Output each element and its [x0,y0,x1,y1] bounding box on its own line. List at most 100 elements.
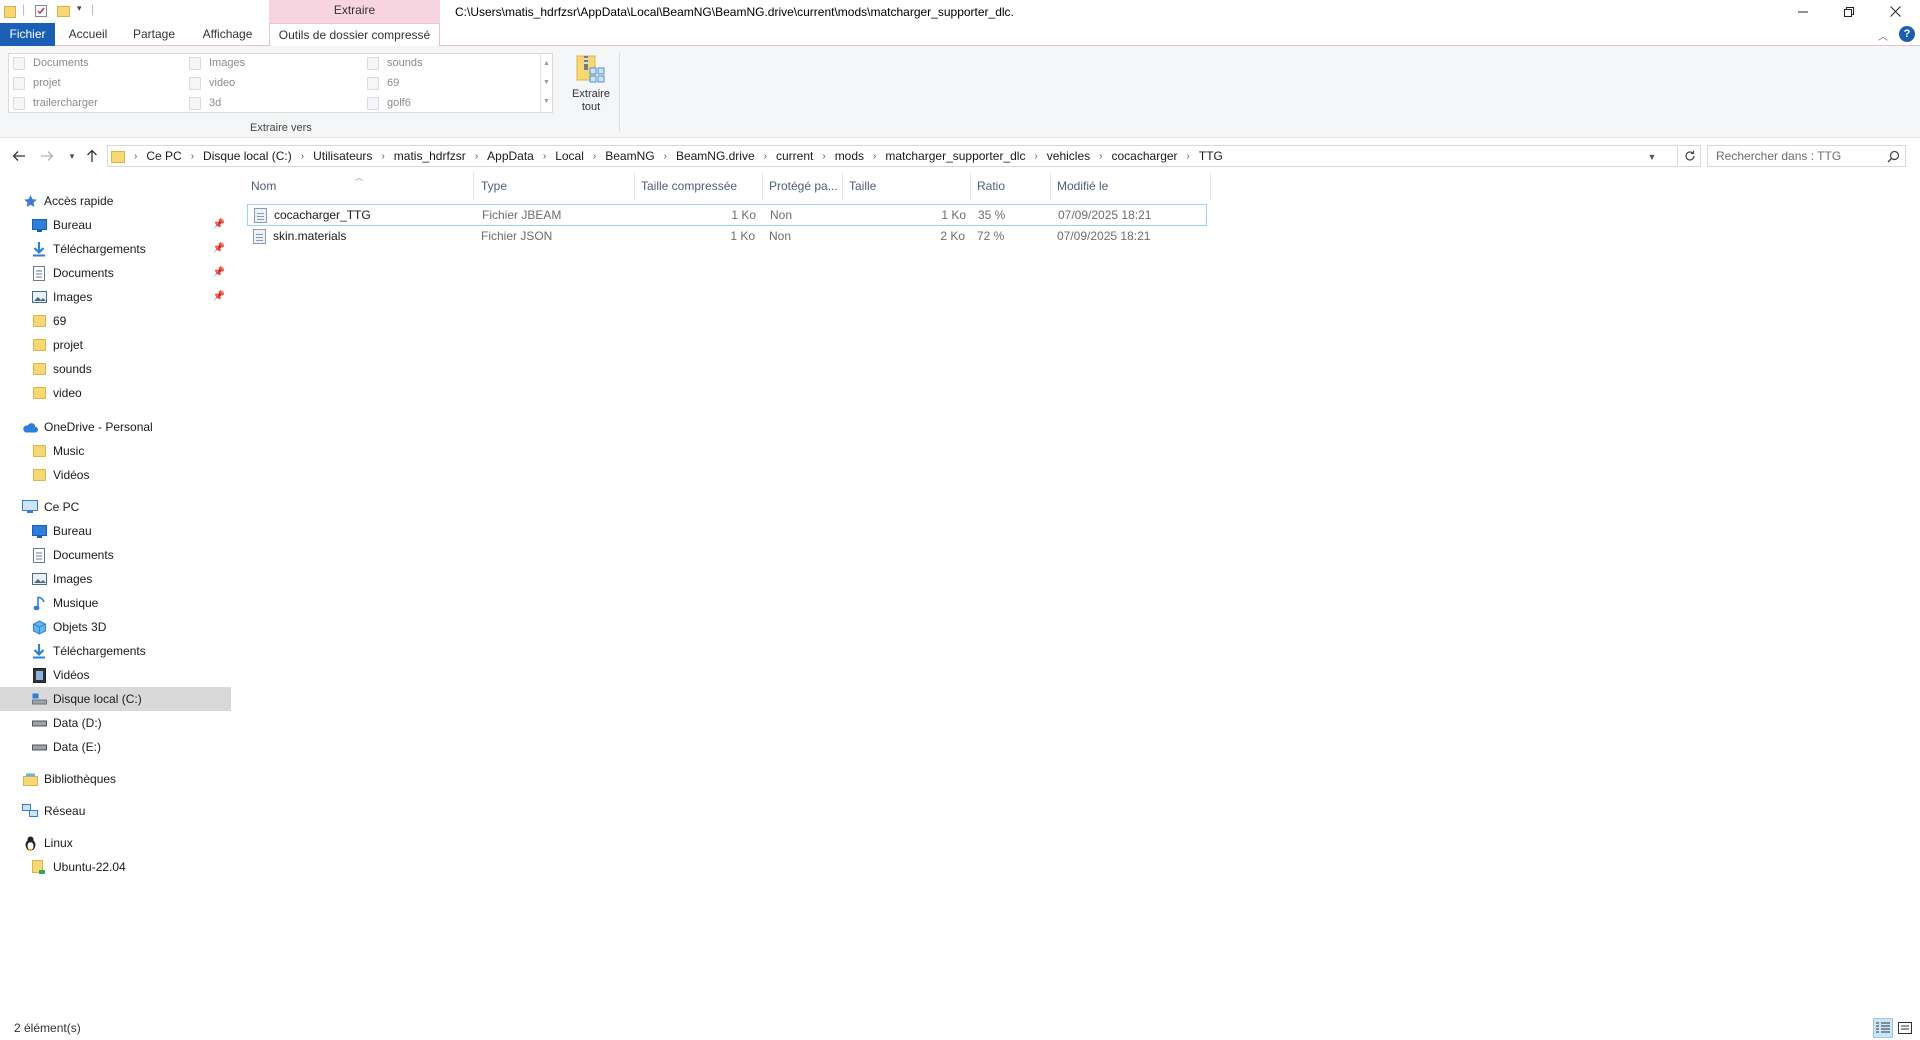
chevron-right-icon[interactable]: › [381,151,384,162]
sidebar-item-bibliotheques[interactable]: Bibliothèques [0,767,231,791]
file-row[interactable]: skin.materials Fichier JSON 1 Ko Non 2 K… [247,226,1207,248]
column-header-modifie[interactable]: Modifié le [1051,172,1211,200]
sidebar-item-acces-rapide[interactable]: Accès rapide [0,189,231,213]
pin-icon[interactable]: 📌 [213,291,225,302]
search-box[interactable] [1707,145,1906,167]
chevron-right-icon[interactable]: › [301,151,304,162]
gallery-expand-icon[interactable]: ▼ [541,92,552,111]
gallery-item[interactable]: Images [189,54,245,72]
sidebar-item-data-d[interactable]: Data (D:) [0,711,231,735]
chevron-right-icon[interactable]: › [873,151,876,162]
column-header-type[interactable]: Type [475,172,635,200]
sidebar-item-69[interactable]: 69 [0,309,231,333]
tab-accueil[interactable]: Accueil [60,23,116,46]
search-icon[interactable] [1887,150,1900,163]
help-icon[interactable]: ? [1899,26,1915,42]
breadcrumb-item[interactable]: Utilisateurs [313,149,372,163]
chevron-right-icon[interactable]: › [822,151,825,162]
sidebar-item-sounds[interactable]: sounds [0,357,231,381]
recent-locations-icon[interactable]: ▾ [62,146,82,166]
sidebar-item-documents[interactable]: Documents 📌 [0,261,231,285]
chevron-right-icon[interactable]: › [475,151,478,162]
properties-icon[interactable] [34,4,48,18]
chevron-right-icon[interactable]: › [134,151,137,162]
breadcrumb-item[interactable]: matis_hdrfzsr [394,149,466,163]
address-history-dropdown-icon[interactable]: ▼ [1645,149,1659,165]
breadcrumb-item[interactable]: BeamNG [605,149,654,163]
sidebar-item-projet[interactable]: projet [0,333,231,357]
sidebar-item-ce-pc[interactable]: Ce PC [0,495,231,519]
chevron-right-icon[interactable]: › [543,151,546,162]
column-header-protege[interactable]: Protégé pa... [763,172,843,200]
sidebar-item-music[interactable]: Music [0,439,231,463]
sidebar-item-video[interactable]: video [0,381,231,405]
gallery-item[interactable]: trailercharger [13,94,98,112]
up-button[interactable] [82,146,102,166]
column-header-ratio[interactable]: Ratio [971,172,1051,200]
gallery-item[interactable]: golf6 [367,94,411,112]
column-header-taille-compressee[interactable]: Taille compressée [635,172,763,200]
new-folder-icon[interactable] [57,4,71,18]
back-button[interactable] [9,146,29,166]
chevron-right-icon[interactable]: › [1034,151,1037,162]
breadcrumb-item[interactable]: cocacharger [1112,149,1178,163]
sidebar-item-telechargements[interactable]: Téléchargements 📌 [0,237,231,261]
refresh-button[interactable] [1679,145,1701,167]
breadcrumb-item[interactable]: mods [835,149,864,163]
chevron-right-icon[interactable]: › [1099,151,1102,162]
sidebar-item-documents-pc[interactable]: Documents [0,543,231,567]
extract-all-button[interactable]: Extraire tout [565,52,617,114]
sidebar-item-videos-onedrive[interactable]: Vidéos [0,463,231,487]
gallery-item[interactable]: Documents [13,54,89,72]
breadcrumb-item[interactable]: vehicles [1047,149,1090,163]
scroll-down-icon[interactable]: ▼ [541,73,552,92]
breadcrumb-item[interactable]: BeamNG.drive [676,149,755,163]
sidebar-item-bureau[interactable]: Bureau 📌 [0,213,231,237]
forward-button[interactable] [37,146,57,166]
column-header-taille[interactable]: Taille [843,172,971,200]
gallery-item[interactable]: video [189,74,235,92]
tab-partage[interactable]: Partage [124,23,184,46]
sidebar-item-musique[interactable]: Musique [0,591,231,615]
search-input[interactable] [1708,146,1878,166]
sidebar-item-images-pc[interactable]: Images [0,567,231,591]
scroll-up-icon[interactable]: ▲ [541,54,552,73]
gallery-item[interactable]: 69 [367,74,399,92]
tab-fichier[interactable]: Fichier [0,23,55,46]
details-view-button[interactable] [1873,1018,1893,1038]
chevron-right-icon[interactable]: › [191,151,194,162]
gallery-item[interactable]: sounds [367,54,422,72]
sidebar-item-linux[interactable]: Linux [0,831,231,855]
chevron-right-icon[interactable]: › [664,151,667,162]
sidebar-item-ubuntu[interactable]: Ubuntu-22.04 [0,855,231,879]
sidebar-item-objets-3d[interactable]: Objets 3D [0,615,231,639]
minimize-button[interactable] [1780,0,1826,23]
breadcrumb-item[interactable]: Local [555,149,584,163]
file-row[interactable]: cocacharger_TTG Fichier JBEAM 1 Ko Non 1… [247,204,1207,226]
pin-icon[interactable]: 📌 [213,243,225,254]
breadcrumb-item[interactable]: matcharger_supporter_dlc [885,149,1025,163]
pin-icon[interactable]: 📌 [213,267,225,278]
large-icons-view-button[interactable] [1895,1018,1915,1038]
sidebar-item-onedrive[interactable]: OneDrive - Personal [0,415,231,439]
tab-outils-dossier-compresse[interactable]: Outils de dossier compressé [269,23,440,47]
tab-affichage[interactable]: Affichage [194,23,261,46]
sidebar-item-telechargements-pc[interactable]: Téléchargements [0,639,231,663]
gallery-item[interactable]: 3d [189,94,221,112]
chevron-right-icon[interactable]: › [1187,151,1190,162]
chevron-right-icon[interactable]: › [593,151,596,162]
sidebar-item-data-e[interactable]: Data (E:) [0,735,231,759]
sidebar-item-disque-local-c[interactable]: Disque local (C:) [0,687,231,711]
address-bar[interactable]: › Ce PC › Disque local (C:) › Utilisateu… [107,145,1678,167]
breadcrumb-item[interactable]: Ce PC [146,149,181,163]
sidebar-item-videos-pc[interactable]: Vidéos [0,663,231,687]
sidebar-item-images[interactable]: Images 📌 [0,285,231,309]
chevron-right-icon[interactable]: › [764,151,767,162]
quick-access-toolbar-dropdown-icon[interactable]: ▾ [77,3,82,14]
gallery-item[interactable]: projet [13,74,61,92]
breadcrumb-item[interactable]: AppData [487,149,534,163]
sidebar-item-reseau[interactable]: Réseau [0,799,231,823]
sidebar-item-bureau-pc[interactable]: Bureau [0,519,231,543]
restore-button[interactable] [1826,0,1872,23]
close-button[interactable] [1872,0,1918,23]
